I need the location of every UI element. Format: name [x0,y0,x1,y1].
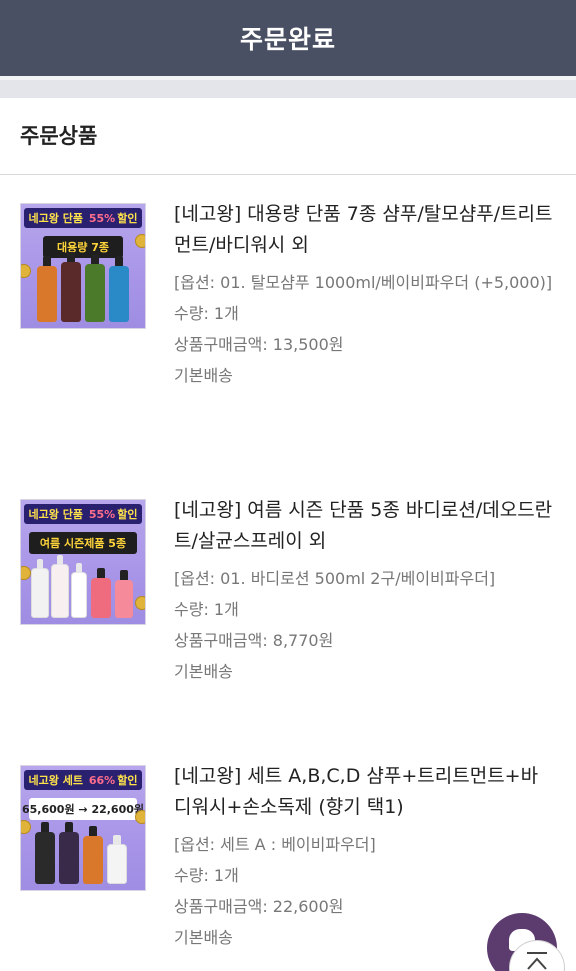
product-quantity: 수량: 1개 [174,600,239,619]
bottle-image [83,826,103,884]
coin-decoration [21,566,31,580]
page-title: 주문완료 [239,25,336,54]
product-option: [옵션: 01. 바디로션 500ml 2구/베이비파우더] [174,569,496,588]
coin-decoration [135,234,145,248]
coin-decoration [135,596,145,610]
bottle-image [61,252,81,322]
badge-type: 단품 [62,508,84,521]
badge-pct: 55% [88,507,116,521]
header-separator [0,76,576,98]
section-divider [0,174,576,175]
product-name[interactable]: [네고왕] 대용량 단품 7종 샴푸/탈모샴푸/트리트먼트/바디워시 외 [174,199,554,261]
badge-type: 단품 [62,212,84,225]
thumb-subtitle: 여름 시즌제품 5종 [29,532,137,554]
bottle-image [71,563,87,618]
item-info: [네고왕] 대용량 단품 7종 샴푸/탈모샴푸/트리트먼트/바디워시 외 [옵션… [174,199,554,391]
badge-pct: 55% [88,211,116,225]
coin-decoration [135,810,145,824]
thumb-badge: 네고왕 단품 55% 할인 [24,504,142,524]
thumb-badge: 네고왕 세트 66% 할인 [24,770,142,790]
badge-brand: 네고왕 [28,212,59,225]
bottle-image [107,835,127,884]
coin-decoration [21,820,31,834]
badge-pct: 66% [88,773,116,787]
product-quantity: 수량: 1개 [174,866,239,885]
product-price: 상품구매금액: 22,600원 [174,897,344,916]
product-name[interactable]: [네고왕] 세트 A,B,C,D 샴푸+트리트먼트+바디워시+손소독제 (향기 … [174,761,554,823]
bottle-image [115,570,133,618]
bottle-image [59,822,79,884]
badge-brand: 네고왕 [28,774,59,787]
product-thumbnail[interactable]: 네고왕 단품 55% 할인 여름 시즌제품 5종 [20,499,146,625]
bottle-image [35,822,55,884]
badge-sale: 할인 [117,774,138,787]
bottle-image [85,254,105,322]
shipping-method: 기본배송 [174,366,233,385]
product-option: [옵션: 01. 탈모샴푸 1000ml/베이비파우더 (+5,000)] [174,273,553,292]
badge-brand: 네고왕 [28,508,59,521]
badge-type: 세트 [62,774,84,787]
arrow-up-icon [527,952,547,970]
coin-decoration [21,264,31,278]
section-title: 주문상품 [20,124,98,148]
bottle-image [91,568,111,618]
bottle-image [31,559,49,618]
item-info: [네고왕] 여름 시즌 단품 5종 바디로션/데오드란트/살균스프레이 외 [옵… [174,495,554,687]
product-price: 상품구매금액: 13,500원 [174,335,344,354]
bottle-image [51,555,69,618]
product-quantity: 수량: 1개 [174,304,239,323]
badge-sale: 할인 [117,508,138,521]
thumb-subtitle: 65,600원 → 22,600원 [22,798,144,820]
product-name[interactable]: [네고왕] 여름 시즌 단품 5종 바디로션/데오드란트/살균스프레이 외 [174,495,554,557]
shipping-method: 기본배송 [174,662,233,681]
bottle-image [37,256,57,322]
product-thumbnail[interactable]: 네고왕 세트 66% 할인 65,600원 → 22,600원 [20,765,146,891]
thumb-badge: 네고왕 단품 55% 할인 [24,208,142,228]
product-thumbnail[interactable]: 네고왕 단품 55% 할인 대용량 7종 [20,203,146,329]
app-header: 주문완료 [0,0,576,76]
bottle-image [109,256,129,322]
product-price: 상품구매금액: 8,770원 [174,631,334,650]
product-option: [옵션: 세트 A : 베이비파우더] [174,835,376,854]
badge-sale: 할인 [117,212,138,225]
thumb-subtitle: 대용량 7종 [43,236,123,258]
